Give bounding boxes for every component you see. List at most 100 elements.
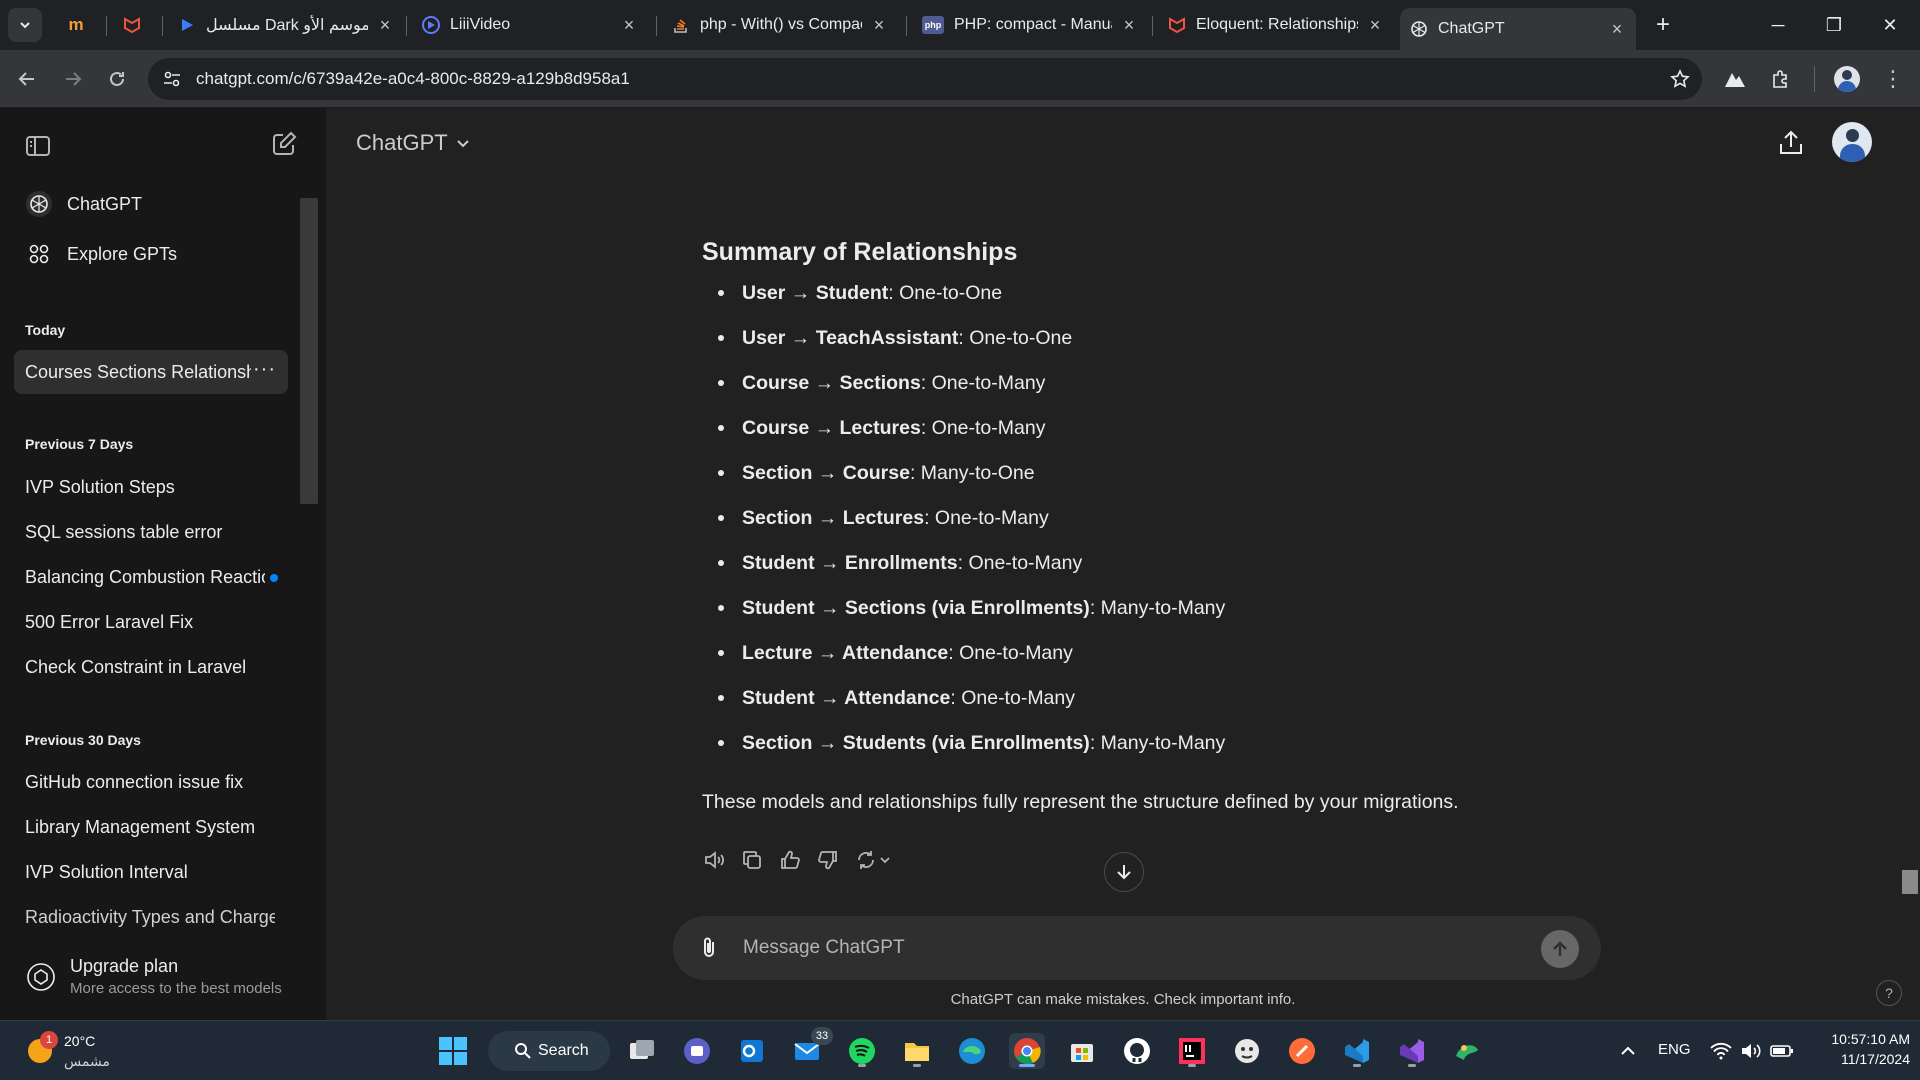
close-tab-icon[interactable]: × (870, 15, 888, 36)
tab-title: Eloquent: Relationships (1196, 16, 1358, 33)
close-tab-icon[interactable]: × (1366, 15, 1384, 36)
sidebar-scrollbar[interactable] (300, 198, 318, 504)
chat-item[interactable]: Radioactivity Types and Charges (14, 895, 288, 939)
network-volume-battery[interactable] (1710, 1037, 1800, 1065)
taskbar-teams[interactable] (679, 1033, 715, 1069)
taskbar-spotify[interactable] (844, 1033, 880, 1069)
upgrade-plan-button[interactable]: Upgrade plan More access to the best mod… (14, 946, 304, 1008)
tab-liiivideo[interactable]: LiiiVideo × (412, 8, 648, 42)
relation-type: : One-to-Many (920, 417, 1046, 439)
address-bar[interactable]: chatgpt.com/c/6739a42e-a0c4-800c-8829-a1… (148, 58, 1702, 100)
clock-date: 11/17/2024 (1840, 1051, 1910, 1067)
taskbar-file-explorer[interactable] (899, 1033, 935, 1069)
upgrade-icon (27, 963, 55, 991)
regenerate-button[interactable] (854, 848, 892, 872)
visual-studio-icon (1400, 1039, 1424, 1063)
thumbs-up-icon[interactable] (778, 848, 802, 872)
chat-item-courses-sections[interactable]: Courses Sections Relationshi ··· (14, 350, 288, 394)
restore-button[interactable]: ❐ (1806, 8, 1862, 42)
language-indicator[interactable]: ENG (1658, 1041, 1691, 1058)
reload-button[interactable] (100, 62, 134, 96)
more-options-icon[interactable]: ··· (253, 358, 276, 381)
sidebar-item-chatgpt[interactable]: ChatGPT (14, 182, 288, 226)
forward-button[interactable] (56, 62, 90, 96)
chat-item-label: IVP Solution Interval (25, 861, 188, 882)
chat-item-label: SQL sessions table error (25, 521, 223, 542)
taskbar-visual-studio[interactable] (1394, 1033, 1430, 1069)
attach-icon[interactable] (697, 935, 723, 961)
send-button[interactable] (1541, 930, 1579, 968)
task-view-button[interactable] (624, 1033, 660, 1069)
site-settings-icon[interactable] (162, 69, 182, 89)
new-tab-button[interactable]: + (1648, 10, 1678, 40)
chat-item[interactable]: Balancing Combustion Reaction (14, 555, 288, 599)
chat-item[interactable]: IVP Solution Steps (14, 465, 288, 509)
taskbar-search[interactable]: Search (488, 1031, 610, 1071)
minimize-button[interactable]: ─ (1750, 8, 1806, 42)
taskbar-intellij[interactable] (1174, 1033, 1210, 1069)
relation-name: Student → Attendance (742, 687, 951, 709)
tab-php-manual[interactable]: php PHP: compact - Manual × (912, 8, 1148, 42)
close-tab-icon[interactable]: × (1608, 19, 1626, 40)
profile-button[interactable] (1830, 62, 1864, 96)
message-input[interactable] (743, 930, 1503, 966)
tab-chatgpt[interactable]: ChatGPT × (1400, 8, 1636, 50)
weather-widget[interactable]: 1 20°C مشمس (24, 1031, 144, 1071)
close-tab-icon[interactable]: × (620, 15, 638, 36)
start-button[interactable] (435, 1033, 471, 1069)
scroll-to-bottom-button[interactable] (1104, 852, 1144, 892)
chat-item[interactable]: Check Constraint in Laravel (14, 645, 288, 689)
star-icon[interactable] (1670, 69, 1690, 89)
spotify-icon (849, 1038, 875, 1064)
chat-item[interactable]: Library Management System (14, 805, 288, 849)
taskbar-store[interactable] (1064, 1033, 1100, 1069)
account-avatar[interactable] (1832, 122, 1872, 162)
thumbs-down-icon[interactable] (816, 848, 840, 872)
taskbar-outlook[interactable] (734, 1033, 770, 1069)
copy-icon[interactable] (740, 848, 764, 872)
pinned-tab-mostaql[interactable]: m (54, 8, 98, 42)
tab-search-button[interactable] (8, 8, 42, 42)
chat-item[interactable]: GitHub connection issue fix (14, 760, 288, 804)
close-window-button[interactable]: ✕ (1862, 8, 1918, 42)
relation-name: Section → Students (via Enrollments) (742, 732, 1090, 754)
chat-item[interactable]: SQL sessions table error (14, 510, 288, 554)
taskbar-app-creature[interactable] (1229, 1033, 1265, 1069)
battery-icon (1770, 1045, 1793, 1057)
extensions-button[interactable] (1764, 62, 1798, 96)
extension-mountain-button[interactable] (1718, 62, 1752, 96)
tab-dark-series[interactable]: مسلسل Dark الموسم الأو × (168, 8, 404, 42)
share-button[interactable] (1776, 128, 1812, 164)
back-button[interactable] (10, 62, 44, 96)
read-aloud-icon[interactable] (702, 848, 726, 872)
chat-item-label: Courses Sections Relationshi (25, 361, 251, 382)
tab-eloquent[interactable]: Eloquent: Relationships × (1158, 8, 1394, 42)
taskbar-mail[interactable]: 33 (789, 1027, 833, 1069)
taskbar-github[interactable] (1119, 1033, 1155, 1069)
clock[interactable]: 10:57:10 AM 11/17/2024 (1806, 1029, 1910, 1073)
main-scrollbar[interactable] (1902, 870, 1918, 894)
chat-item[interactable]: 500 Error Laravel Fix (14, 600, 288, 644)
close-tab-icon[interactable]: × (1120, 15, 1138, 36)
toggle-sidebar-button[interactable] (24, 132, 56, 164)
model-selector[interactable]: ChatGPT (356, 130, 472, 156)
weather-temp: 20°C (64, 1033, 96, 1049)
taskbar-chrome[interactable] (1009, 1033, 1045, 1069)
show-hidden-icons-button[interactable] (1614, 1037, 1642, 1065)
pinned-tab-laravel[interactable] (110, 8, 154, 42)
browser-menu-button[interactable]: ⋮ (1876, 62, 1910, 96)
edge-icon (959, 1038, 985, 1064)
chat-item[interactable]: IVP Solution Interval (14, 850, 288, 894)
tab-stackoverflow[interactable]: php - With() vs Compac × (662, 8, 898, 42)
taskbar-snipping[interactable] (1449, 1033, 1485, 1069)
taskbar-vscode[interactable] (1339, 1033, 1375, 1069)
sidebar-item-explore-gpts[interactable]: Explore GPTs (14, 232, 288, 276)
new-chat-button[interactable] (270, 130, 302, 162)
close-tab-icon[interactable]: × (376, 15, 394, 36)
relation-type: : Many-to-One (909, 462, 1035, 484)
windows-taskbar: 1 20°C مشمس Search 33 ENG 10:57:10 AM 11… (0, 1020, 1920, 1080)
taskbar-edge[interactable] (954, 1033, 990, 1069)
taskbar-postman[interactable] (1284, 1033, 1320, 1069)
list-item: Course → Sections: One-to-Many (702, 371, 1602, 416)
help-button[interactable]: ? (1876, 980, 1902, 1006)
